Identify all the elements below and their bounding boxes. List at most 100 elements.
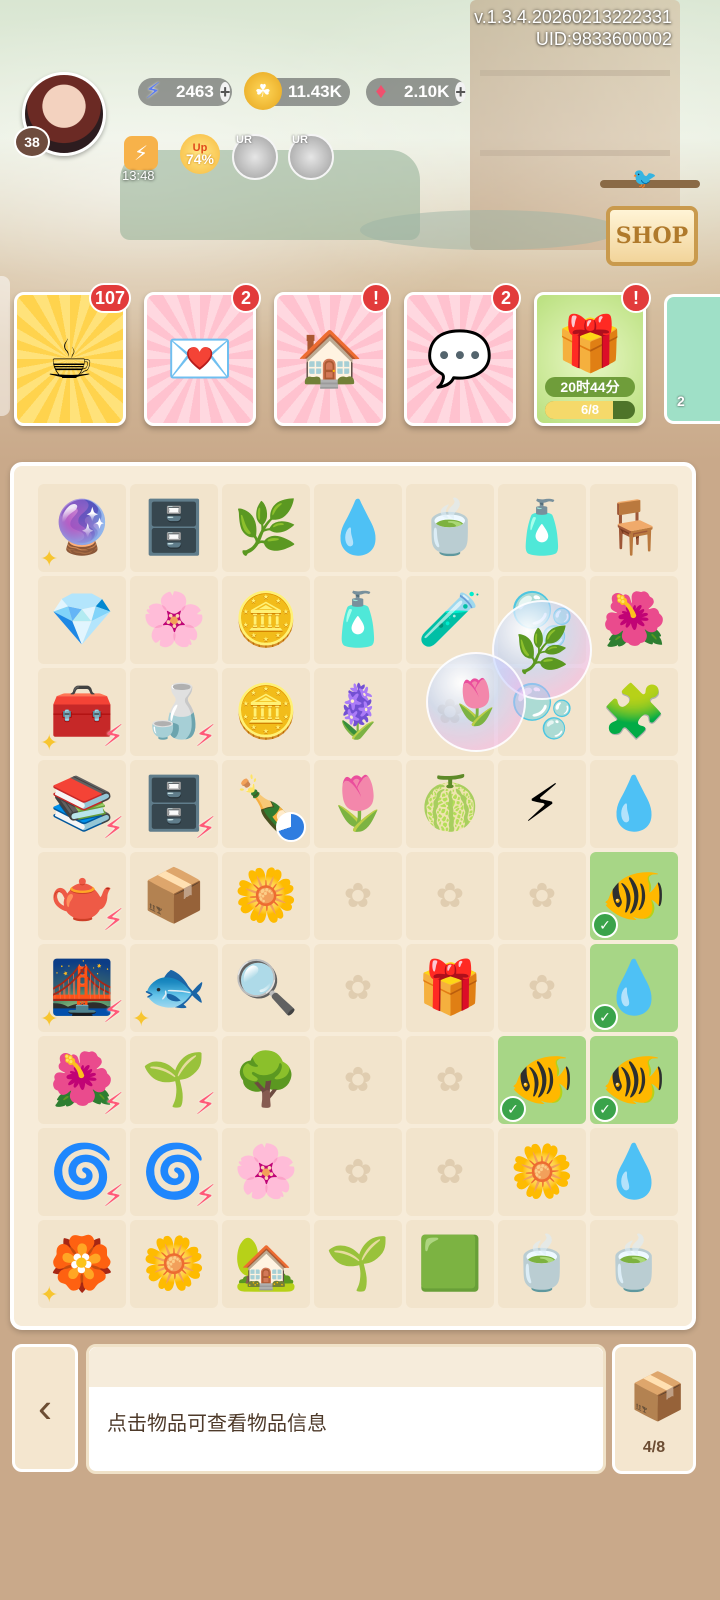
energy-counter[interactable]: ⚡ 2463 + <box>138 78 232 106</box>
board-cell[interactable] <box>314 1128 402 1216</box>
calla-lily-icon: 🌷 <box>448 678 504 727</box>
ur-character-slot-2[interactable]: UR <box>288 134 334 180</box>
energy-boost-icon[interactable]: ⚡ <box>124 136 158 170</box>
lightning-icon: ⚡ <box>145 78 161 103</box>
board-cell[interactable]: 🌀 ⚡ <box>38 1128 126 1216</box>
board-cell[interactable]: 🔮 ✦ <box>38 484 126 572</box>
up-rate-badge[interactable]: Up 74% <box>180 134 220 174</box>
card-message[interactable]: 💬 2 <box>404 283 521 426</box>
board-cell[interactable]: 🐟 ✦ <box>130 944 218 1032</box>
board-cell[interactable]: 🟩 <box>406 1220 494 1308</box>
board-cell[interactable]: 🔍 <box>222 944 310 1032</box>
board-cell[interactable]: 🏡 <box>222 1220 310 1308</box>
board-cell[interactable]: 📚 ⚡ <box>38 760 126 848</box>
cooldown-timer-icon <box>276 812 306 842</box>
board-cell[interactable]: 📦 <box>130 852 218 940</box>
board-cell[interactable]: ⚡ <box>498 760 586 848</box>
card-house-decor[interactable]: 🏠 ! <box>274 283 391 426</box>
board-cell[interactable]: 💧 <box>590 1128 678 1216</box>
board-cell[interactable]: 🌳 <box>222 1036 310 1124</box>
board-cell[interactable]: 🐠 ✓ <box>590 1036 678 1124</box>
board-cell[interactable]: 🍈 <box>406 760 494 848</box>
board-cell[interactable]: 🌷 <box>314 760 402 848</box>
board-cell[interactable]: 🌸 <box>222 1128 310 1216</box>
add-energy-button[interactable]: + <box>219 82 231 102</box>
board-cell[interactable] <box>314 1036 402 1124</box>
board-cell[interactable]: 🎁 <box>406 944 494 1032</box>
board-item-icon: 🌼 <box>141 1235 207 1293</box>
board-cell[interactable]: 🫖 ⚡ <box>38 852 126 940</box>
energy-bolt-icon: ⚡ <box>102 720 124 753</box>
board-cell[interactable]: 🌼 <box>222 852 310 940</box>
table-decoration <box>360 210 620 250</box>
board-cell[interactable]: 🍾 <box>222 760 310 848</box>
board-cell[interactable]: 🌉 ⚡ ✦ <box>38 944 126 1032</box>
gift-progress-text: 6/8 <box>580 402 600 417</box>
merge-board: 🔮✦🗄️🌿💧🍵🧴🪑💎🌸🪙🧴🧪🫧🌺🧰⚡✦🍶⚡🪙🪻🫧🧩📚⚡🗄️⚡🍾🌷🍈⚡💧🫖⚡📦🌼🐠… <box>10 462 696 1330</box>
board-cell[interactable]: 🌺 ⚡ <box>38 1036 126 1124</box>
board-cell[interactable]: 🌀 ⚡ <box>130 1128 218 1216</box>
board-cell[interactable]: 🌱 ⚡ <box>130 1036 218 1124</box>
board-cell[interactable]: 🐠 ✓ <box>590 852 678 940</box>
board-cell[interactable]: 🪙 <box>222 576 310 664</box>
board-cell[interactable]: 🌼 <box>130 1220 218 1308</box>
board-cell[interactable] <box>498 852 586 940</box>
inventory-button[interactable]: 📦 4/8 <box>612 1344 696 1474</box>
message-icon: 💬 <box>426 328 494 389</box>
board-cell[interactable]: 🧩 <box>590 668 678 756</box>
board-cell[interactable]: 🪻 <box>314 668 402 756</box>
board-cell[interactable]: 🌺 <box>590 576 678 664</box>
board-cell[interactable]: 🧴 <box>498 484 586 572</box>
board-cell[interactable]: 🪑 <box>590 484 678 572</box>
back-button[interactable]: ‹ <box>12 1344 78 1472</box>
card-love-letter[interactable]: 💌 2 <box>144 283 261 426</box>
shop-button[interactable]: SHOP <box>606 206 698 266</box>
board-cell[interactable]: 🍵 <box>498 1220 586 1308</box>
board-cell[interactable]: 🍵 <box>590 1220 678 1308</box>
ur-label: UR <box>236 134 252 146</box>
board-cell[interactable] <box>314 852 402 940</box>
board-cell[interactable]: 🌸 <box>130 576 218 664</box>
side-drawer-handle[interactable] <box>0 276 10 416</box>
board-cell[interactable]: 💧 <box>314 484 402 572</box>
board-cell[interactable]: 🧰 ⚡ ✦ <box>38 668 126 756</box>
board-item-icon: 🌼 <box>509 1143 575 1201</box>
gem-counter[interactable]: ♦ 2.10K + <box>366 78 466 106</box>
board-cell[interactable]: 🍵 <box>406 484 494 572</box>
bubble-item[interactable]: 🌷 <box>426 652 526 752</box>
add-gem-button[interactable]: + <box>455 82 466 102</box>
board-cell[interactable] <box>498 944 586 1032</box>
board-cell[interactable]: 🍶 ⚡ <box>130 668 218 756</box>
board-cell[interactable] <box>406 852 494 940</box>
board-cell[interactable]: 💎 <box>38 576 126 664</box>
board-item-icon: ⚡ <box>523 775 561 833</box>
board-cell[interactable]: 💧 ✓ <box>590 944 678 1032</box>
board-cell[interactable]: 🧴 <box>314 576 402 664</box>
board-cell[interactable]: 🐠 ✓ <box>498 1036 586 1124</box>
ur-character-slot-1[interactable]: UR <box>232 134 278 180</box>
board-cell[interactable]: 🌱 <box>314 1220 402 1308</box>
board-cell[interactable] <box>406 1036 494 1124</box>
board-cell[interactable] <box>406 1128 494 1216</box>
coin-counter[interactable]: ☘ 11.43K <box>244 72 350 110</box>
gem-icon: ♦ <box>375 78 387 103</box>
board-item-icon: 🏡 <box>233 1235 299 1293</box>
info-hint-text: 点击物品可查看物品信息 <box>107 1413 327 1435</box>
energy-bolt-icon: ⚡ <box>102 904 124 937</box>
card-teacup-cat[interactable]: ☕ 107 <box>14 283 131 426</box>
board-cell[interactable]: 🏵️ ✦ <box>38 1220 126 1308</box>
board-cell[interactable] <box>314 944 402 1032</box>
card-peek-next[interactable]: 2 <box>664 294 720 424</box>
board-cell[interactable]: 💧 <box>590 760 678 848</box>
board-cell[interactable]: 🌿 <box>222 484 310 572</box>
chevron-left-icon: ‹ <box>38 1384 52 1431</box>
board-cell[interactable]: 🧪 <box>406 576 494 664</box>
board-cell[interactable]: 🪙 <box>222 668 310 756</box>
board-cell[interactable]: 🗄️ <box>130 484 218 572</box>
board-cell[interactable]: 🗄️ ⚡ <box>130 760 218 848</box>
board-item-icon: 🍵 <box>417 499 483 557</box>
notification-badge: 107 <box>88 283 131 313</box>
board-cell[interactable]: 🌼 <box>498 1128 586 1216</box>
board-item-icon: 💎 <box>49 591 115 649</box>
card-gift-box[interactable]: 🎁 ! 20时44分 6/8 <box>534 283 651 426</box>
